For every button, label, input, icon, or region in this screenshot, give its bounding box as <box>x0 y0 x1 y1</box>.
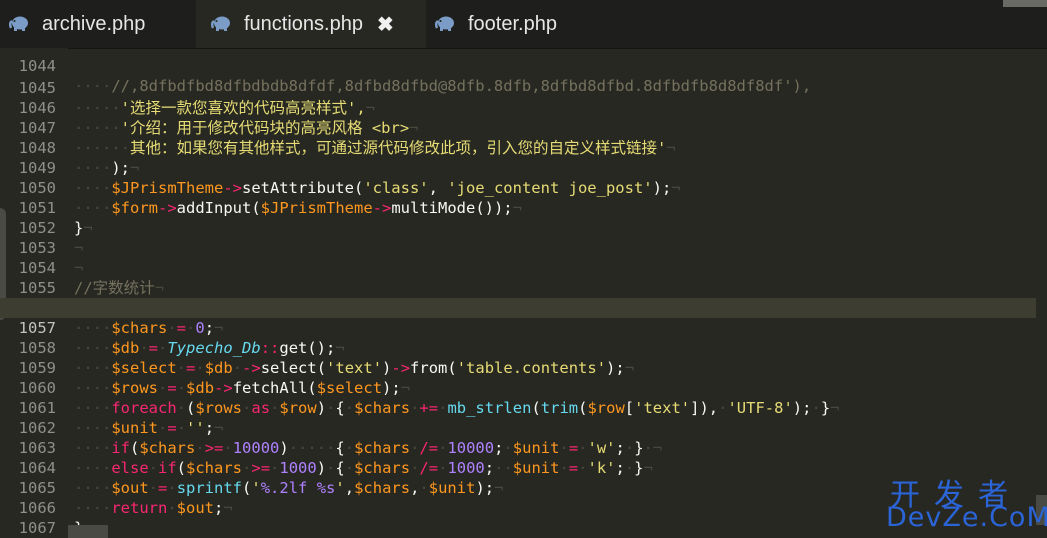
code-line: 1065 ····return·$out;¬ <box>0 458 1047 517</box>
code-line: 1047 ······其他：如果您有其他样式，可通过源代码修改此项，引入您的自定… <box>0 98 1047 157</box>
code-line: 1056 ····$chars·=·0;¬ <box>0 278 1047 337</box>
code-line: 1067 ?>¶ <box>0 498 1047 537</box>
code-line-partial: 1044 ····//,8dfbdfbd8dfbdbdb8dfdf,8dfbd8… <box>0 48 1047 95</box>
code-line: 1045 ·····'选择一款您喜欢的代码高亮样式',¬ <box>0 58 1047 117</box>
tab-archive[interactable]: archive.php <box>0 0 186 48</box>
code-editor[interactable]: 1044 ····//,8dfbdfbd8dfbdbdb8dfdf,8dfbd8… <box>0 48 1047 538</box>
php-elephant-icon <box>434 15 458 33</box>
tab-label: functions.php <box>244 12 363 35</box>
minimap-strip <box>1003 0 1047 7</box>
tab-footer[interactable]: footer.php <box>426 0 614 48</box>
code-line: 1062 ····if($chars·>=·10000)·····{·$char… <box>0 398 1047 457</box>
php-elephant-icon <box>210 15 234 33</box>
tab-functions[interactable]: functions.php ✖ <box>196 0 426 48</box>
code-line: 1053 ¬ <box>0 218 1047 277</box>
tab-label: archive.php <box>42 12 146 35</box>
code-line: 1052 ¬ <box>0 198 1047 257</box>
tab-bar: archive.php functions.php ✖ footer.php <box>0 0 1047 49</box>
code-line: 1048 ····);¬ <box>0 118 1047 177</box>
tab-label: footer.php <box>468 12 557 35</box>
vertical-scrollbar[interactable] <box>1036 495 1047 525</box>
code-line: 1046 ·····'介绍：用于修改代码块的高亮风格 <br>¬ <box>0 78 1047 137</box>
php-elephant-icon <box>8 15 32 33</box>
code-line: 1051 }¬ <box>0 178 1047 237</box>
code-line: 1066 }¬ <box>0 478 1047 537</box>
horizontal-scrollbar[interactable] <box>68 525 108 538</box>
code-line: 1049 ····$JPrismTheme->setAttribute('cla… <box>0 138 1047 197</box>
code-line: 1055 function·allOfCharacters()·{¬ <box>0 258 1047 317</box>
code-line-current: 1057 ····$db·=·Typecho_Db::get();¬ <box>0 298 1036 357</box>
code-line: 1060 ····foreach·($rows·as·$row)·{·$char… <box>0 358 1047 417</box>
code-line: 1064 ····$out·=·sprintf('%.2lf %s',$char… <box>0 438 1047 497</box>
code-line: 1054 //字数统计¬ <box>0 238 1047 297</box>
close-icon[interactable]: ✖ <box>377 12 394 37</box>
line-number: 1067 <box>18 519 56 537</box>
code-line: 1059 ····$rows·=·$db->fetchAll($select);… <box>0 338 1047 397</box>
code-line: 1061 ····$unit·=·'';¬ <box>0 378 1047 437</box>
code-line: 1063 ····else·if($chars·>=·1000)·{·$char… <box>0 418 1047 477</box>
code-line: 1058 ····$select·=·$db·->select('text')-… <box>0 318 1047 377</box>
code-line: 1050 ····$form->addInput($JPrismTheme->m… <box>0 158 1047 217</box>
